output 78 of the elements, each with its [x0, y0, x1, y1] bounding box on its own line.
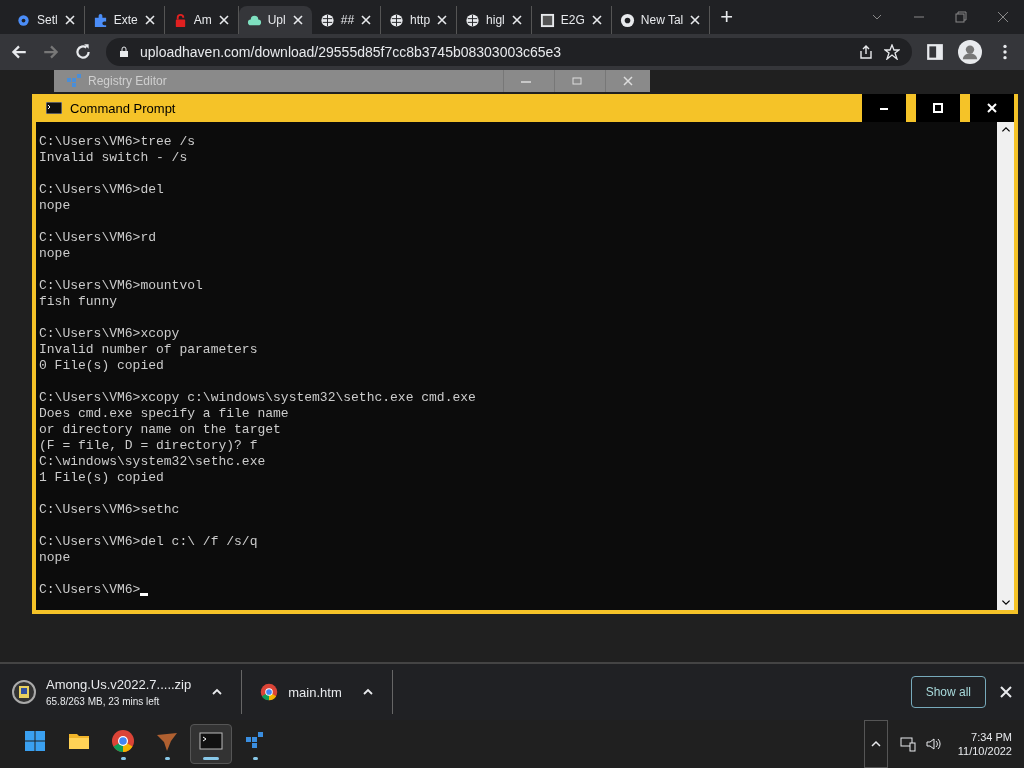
console-line: C:\Users\VM6>xcopy c:\windows\system32\sethc.exe cmd.exe [39, 390, 477, 406]
console-line: C:\Users\VM6>sethc [39, 502, 181, 518]
star-icon[interactable] [884, 44, 900, 60]
download-filename[interactable]: main.htm [288, 684, 342, 700]
puzzle-icon [92, 12, 108, 28]
console-line: Invalid switch - /s [39, 150, 189, 166]
close-tab-icon[interactable] [436, 14, 449, 26]
window-title: Registry Editor [88, 74, 167, 88]
download-filename[interactable]: Among.Us.v2022.7.....zip [46, 677, 192, 692]
console-line: or directory name on the target [39, 422, 282, 438]
network-icon[interactable] [899, 736, 916, 752]
start-icon [23, 728, 47, 753]
console-line: 1 File(s) copied [39, 470, 165, 486]
console-line: Does cmd.exe specify a file name [39, 406, 290, 422]
close-tab-icon[interactable] [590, 14, 603, 26]
console-line: 0 File(s) copied [39, 358, 165, 374]
close-tab-icon[interactable] [63, 14, 76, 26]
volume-icon[interactable] [925, 736, 942, 752]
tab-title: E2G [560, 13, 585, 27]
terminal-icon [46, 102, 62, 114]
back-icon[interactable] [10, 43, 28, 61]
close-tab-icon[interactable] [143, 14, 156, 26]
close-tab-icon[interactable] [360, 14, 373, 26]
console-line: C:\windows\system32\sethc.exe [39, 454, 267, 470]
tab-title: Setl [37, 13, 58, 27]
window-title: Command Prompt [70, 100, 176, 116]
console-line: C:\Users\VM6>rd [39, 230, 158, 246]
maximize-icon [932, 102, 944, 114]
globe-icon [389, 12, 405, 28]
close-icon [986, 102, 998, 114]
globe-icon [465, 12, 481, 28]
address-bar[interactable]: uploadhaven.com/download/29555d85f7cc8b3745b08303003c65e3 [106, 38, 912, 66]
close-button[interactable] [970, 94, 1014, 122]
tab-title: Exte [113, 13, 138, 27]
console-prompt: C:\Users\VM6> [39, 582, 141, 597]
maximize-icon [571, 75, 583, 87]
show-all-button[interactable]: Show all [910, 676, 986, 708]
new-tab-button[interactable]: + [710, 4, 744, 30]
side-panel-icon[interactable] [926, 43, 944, 61]
console-line: C:\Users\VM6>del [39, 182, 165, 198]
console-line: Invalid number of parameters [39, 342, 259, 358]
console-line: C:\Users\VM6>tree /s [39, 134, 197, 150]
console-line: nope [39, 198, 72, 214]
clock-time[interactable]: 7:34 PM [971, 731, 1012, 743]
browser-tab[interactable]: Upl [238, 6, 312, 34]
close-tab-icon[interactable] [291, 14, 304, 26]
scrollbar[interactable] [997, 122, 1014, 610]
tab-title: http [410, 13, 431, 27]
close-icon [622, 75, 634, 87]
restore-icon[interactable] [955, 11, 967, 23]
console-line: (F = file, D = directory)? f [39, 438, 259, 454]
share-icon[interactable] [858, 44, 874, 60]
console-line: C:\Users\VM6>del c:\ /f /s/q [39, 534, 259, 550]
console-line: nope [39, 246, 72, 262]
profile-icon[interactable] [958, 40, 982, 64]
lock-icon [118, 46, 130, 58]
console-line: C:\Users\VM6>mountvol [39, 278, 204, 294]
close-tab-icon[interactable] [217, 14, 230, 26]
console-line: C:\Users\VM6>xcopy [39, 326, 181, 342]
globe-icon [319, 12, 335, 28]
tab-title: ## [340, 13, 355, 27]
console-line: nope [39, 550, 72, 566]
forward-icon[interactable] [42, 43, 60, 61]
registry-icon [66, 73, 82, 89]
tab-title: Upl [267, 13, 286, 27]
reload-icon[interactable] [74, 43, 92, 61]
archive-icon [12, 680, 36, 704]
maximize-button[interactable] [916, 94, 960, 122]
tab-title: New Tal [640, 13, 684, 27]
tab-title: Am [193, 13, 212, 27]
tab-title: higl [486, 13, 505, 27]
taskbar-app[interactable] [190, 724, 232, 764]
download-status: 65.8/263 MB, 23 mins left [46, 696, 161, 707]
close-tab-icon[interactable] [510, 14, 523, 26]
console-line: fish funny [39, 294, 118, 310]
clock-date[interactable]: 11/10/2022 [957, 745, 1012, 757]
text-cursor [140, 593, 149, 596]
close-tab-icon[interactable] [689, 14, 702, 26]
